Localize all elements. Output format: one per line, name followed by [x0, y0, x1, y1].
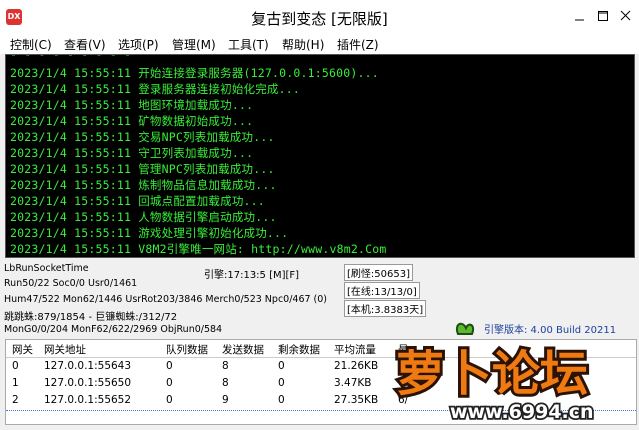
- maximize-button[interactable]: [592, 6, 614, 26]
- cell-avg-traffic: 21.26KB: [334, 360, 379, 372]
- spider-stats: 跳跳蛛:879/1854 - 巨镰蜘蛛:/312/72: [4, 312, 178, 323]
- cell-sent: 8: [222, 377, 229, 389]
- log-line: 2023/1/4 15:55:11 管理NPC列表加载成功...: [10, 162, 275, 176]
- cell-remaining: 0: [278, 360, 285, 372]
- menu-tools[interactable]: 工具(T): [228, 36, 269, 53]
- log-line-partial: - - - - - - - - -: [10, 54, 132, 61]
- log-line: 2023/1/4 15:55:11 交易NPC列表加载成功...: [10, 130, 275, 144]
- menu-control[interactable]: 控制(C): [10, 36, 52, 53]
- cell-gateway: 2: [12, 394, 19, 406]
- menu-manage[interactable]: 管理(M): [172, 36, 216, 53]
- column-header-avg-traffic[interactable]: 平均流量: [334, 342, 376, 357]
- engine-time: 引擎:17:13:5 [M][F]: [204, 270, 300, 281]
- cell-gateway: 1: [12, 377, 19, 389]
- menu-options[interactable]: 选项(P): [118, 36, 159, 53]
- cell-avg-traffic: 27.35KB: [334, 394, 379, 406]
- minimize-button[interactable]: [568, 6, 590, 26]
- column-header-sent[interactable]: 发送数据: [222, 342, 264, 357]
- log-line: 2023/1/4 15:55:11 人物数据引擎启动成功...: [10, 210, 277, 224]
- watermark-logo: 萝卜论坛 www.6994.cn: [388, 320, 639, 426]
- menu-plugins[interactable]: 插件(Z): [337, 36, 379, 53]
- cell-remaining: 0: [278, 377, 285, 389]
- title-bar: DX 复古到变态 [无限版]: [0, 0, 639, 33]
- watermark-title: 萝卜论坛: [396, 346, 588, 402]
- monster-group-stats: MonG0/0/204 MonF62/622/2969 ObjRun0/584: [4, 324, 223, 335]
- log-line: 2023/1/4 15:55:11 V8M2引擎唯一网站: http://www…: [10, 242, 387, 256]
- close-icon: [620, 10, 631, 21]
- log-line: 2023/1/4 15:55:11 开始连接登录服务器(127.0.0.1:56…: [10, 66, 379, 80]
- cell-queue: 0: [166, 377, 173, 389]
- log-line: 2023/1/4 15:55:11 回城点配置加载成功...: [10, 194, 265, 208]
- cell-remaining: 0: [278, 394, 285, 406]
- menu-help[interactable]: 帮助(H): [282, 36, 324, 53]
- log-line: 2023/1/4 15:55:11 守卫列表加载成功...: [10, 146, 254, 160]
- run-stats: Run50/22 Soc0/0 Usr0/1461: [4, 278, 138, 289]
- cell-address: 127.0.0.1:55652: [44, 394, 132, 406]
- log-line: 2023/1/4 15:55:11 登录服务器连接初始化完成...: [10, 82, 300, 96]
- column-header-gateway[interactable]: 网关: [12, 342, 33, 357]
- menu-view[interactable]: 查看(V): [64, 36, 106, 53]
- menu-bar: 控制(C) 查看(V) 选项(P) 管理(M) 工具(T) 帮助(H) 插件(Z…: [0, 33, 639, 54]
- cell-sent: 8: [222, 360, 229, 372]
- log-line: 2023/1/4 15:55:11 游戏处理引擎初始化成功...: [10, 226, 289, 240]
- log-console[interactable]: - - - - - - - - - 2023/1/4 15:55:11 开始连接…: [5, 54, 635, 258]
- cell-sent: 9: [222, 394, 229, 406]
- cell-queue: 0: [166, 360, 173, 372]
- column-header-address[interactable]: 网关地址: [44, 342, 86, 357]
- log-line: 2023/1/4 15:55:11 矿物数据初始成功...: [10, 114, 254, 128]
- cell-gateway: 0: [12, 360, 19, 372]
- watermark-url: www.6994.cn: [450, 401, 594, 423]
- column-header-remaining[interactable]: 剩余数据: [278, 342, 320, 357]
- machine-uptime: [本机:3.8383天]: [344, 300, 427, 317]
- cell-queue: 0: [166, 394, 173, 406]
- cell-avg-traffic: 3.47KB: [334, 377, 372, 389]
- log-line: 2023/1/4 15:55:11 炼制物品信息加载成功...: [10, 178, 277, 192]
- socket-time-label: LbRunSocketTime: [4, 263, 89, 274]
- carrot-leaf-icon: [456, 322, 475, 335]
- close-button[interactable]: [615, 6, 637, 26]
- hum-stats: Hum47/522 Mon62/1446 UsrRot203/3846 Merc…: [4, 294, 328, 305]
- cell-address: 127.0.0.1:55650: [44, 377, 132, 389]
- minimize-icon: [575, 19, 584, 21]
- window-title: 复古到变态 [无限版]: [251, 10, 388, 28]
- cell-address: 127.0.0.1:55643: [44, 360, 132, 372]
- log-line: 2023/1/4 15:55:11 地图环境加载成功...: [10, 98, 254, 112]
- maximize-icon: [598, 11, 608, 21]
- monster-refresh-count: [刷怪:50653]: [344, 264, 413, 281]
- online-count: [在线:13/13/0]: [344, 282, 420, 299]
- column-header-queue[interactable]: 队列数据: [166, 342, 208, 357]
